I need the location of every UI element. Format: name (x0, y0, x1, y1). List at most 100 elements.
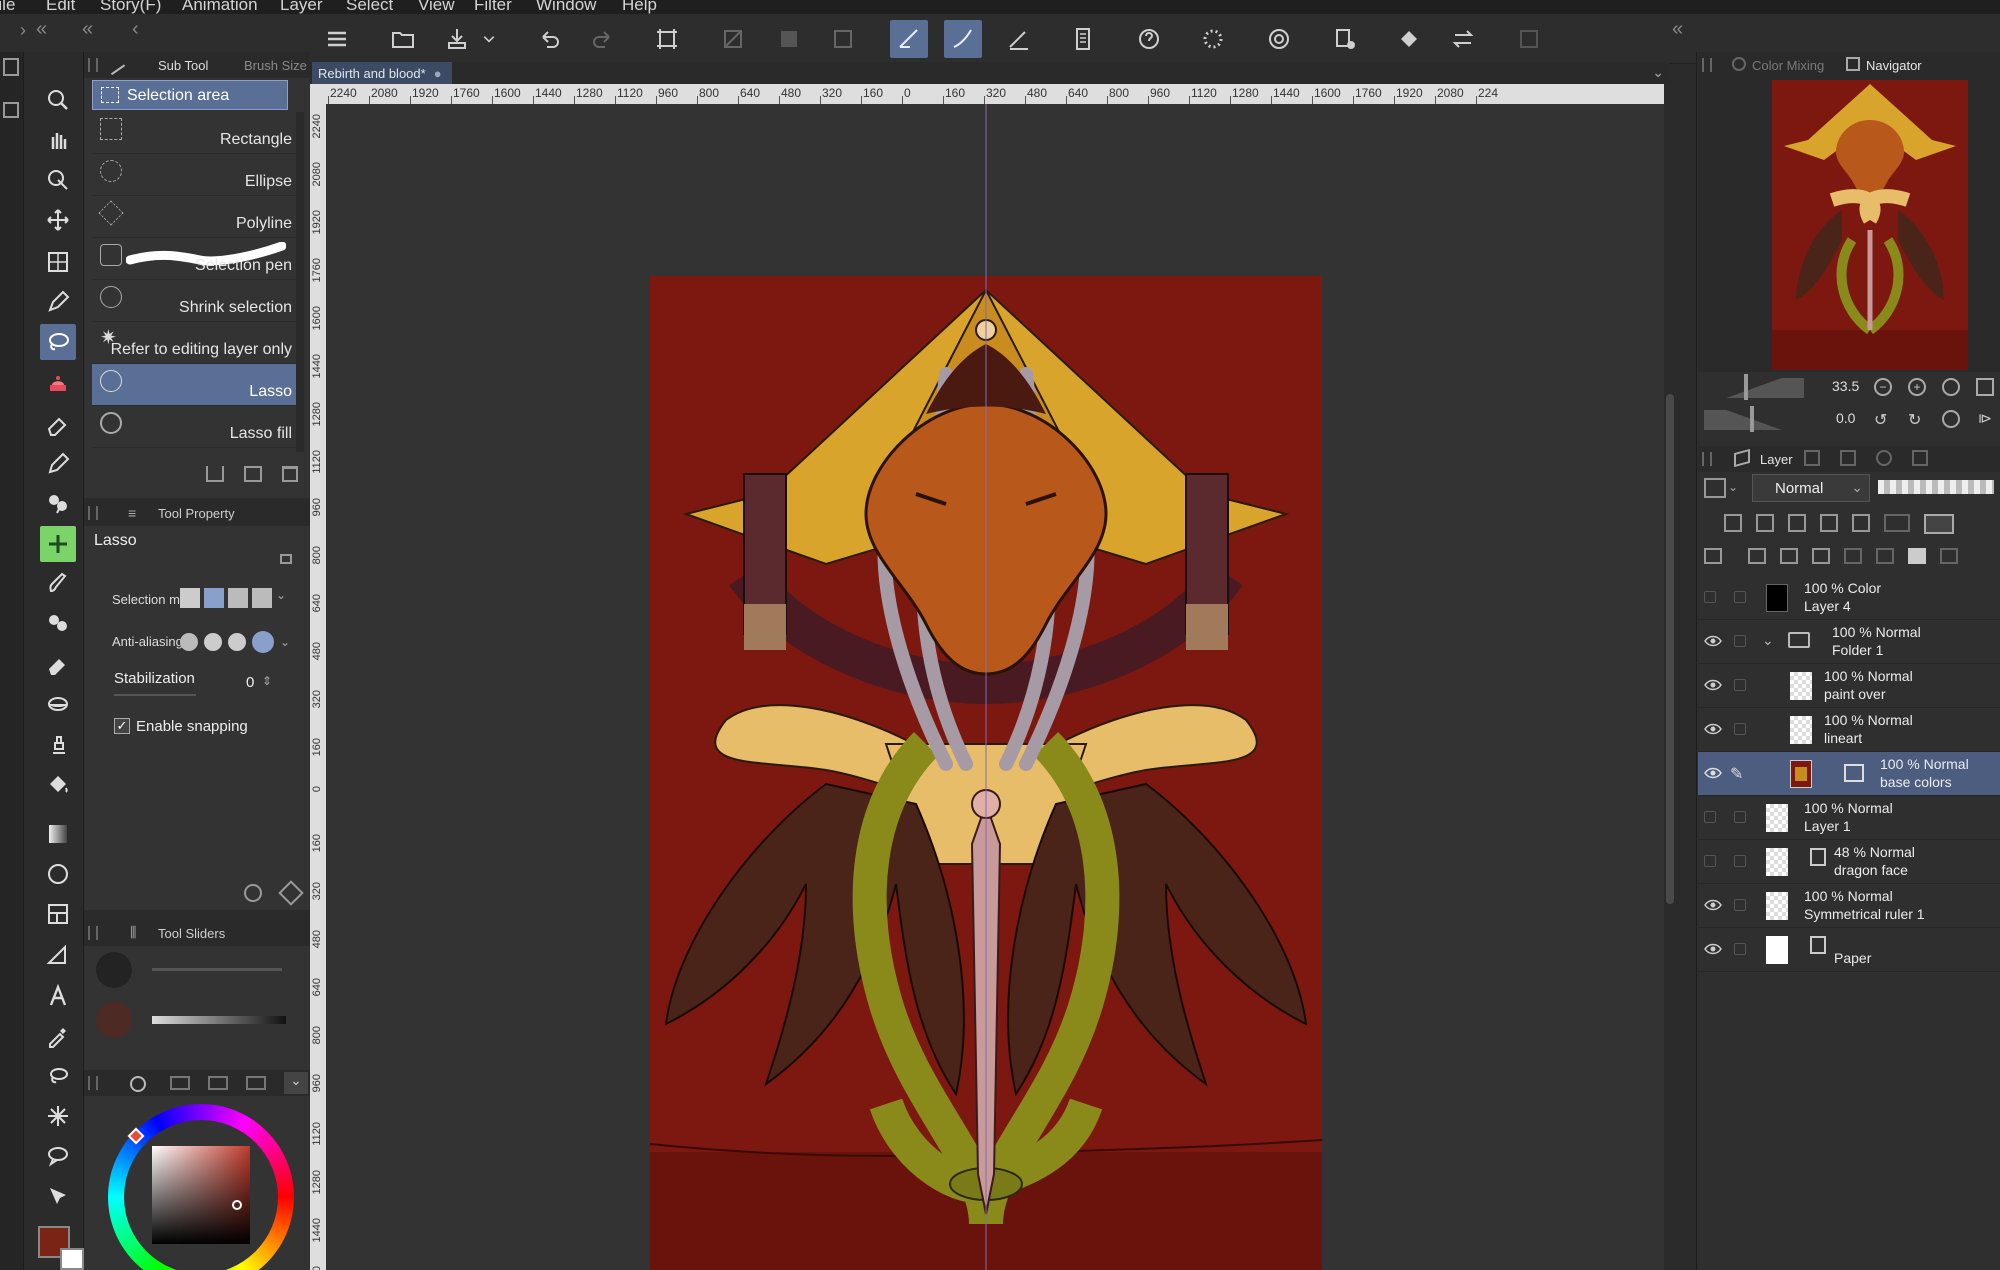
aa-weak-icon[interactable] (204, 633, 222, 651)
eye-icon[interactable] (1704, 722, 1722, 736)
tab-list-chevron-icon[interactable]: ⌄ (1652, 64, 1664, 81)
snap-special-ruler-icon[interactable] (944, 20, 982, 58)
ruler-tool-icon[interactable] (40, 936, 76, 972)
reset-rotation-icon[interactable] (1942, 410, 1960, 428)
aa-medium-icon[interactable] (228, 633, 246, 651)
subtool-group-selection[interactable]: Selection area (92, 80, 288, 110)
folder-expand-chevron-icon[interactable]: ⌄ (1762, 632, 1774, 649)
flip-horizontal-icon[interactable]: ⧐ (1978, 410, 1992, 427)
blend-tool-icon[interactable] (40, 686, 76, 722)
open-folder-icon[interactable] (384, 20, 422, 58)
panel-toggle-icon[interactable] (3, 58, 19, 76)
zoom-out-icon[interactable]: − (1874, 378, 1892, 396)
lock-transparent-icon[interactable] (1852, 514, 1870, 532)
frame-border-icon[interactable] (40, 244, 76, 280)
menu-view[interactable]: View (418, 0, 455, 14)
layer-property-icon[interactable] (3, 102, 19, 118)
expand-icon[interactable]: › (20, 20, 26, 41)
menu-filter[interactable]: Filter (474, 0, 512, 14)
snap-ruler-icon[interactable] (890, 20, 928, 58)
color-mixing-tab[interactable]: Color Mixing (1752, 58, 1824, 73)
opacity-slider[interactable] (152, 1016, 286, 1024)
reference-layer-icon[interactable] (1756, 514, 1774, 532)
new-folder-icon[interactable] (1812, 548, 1830, 564)
layer-row-folder1[interactable]: ⌄ 100 % Normal Folder 1 (1698, 620, 2000, 664)
menu-story[interactable]: Story(F) (100, 0, 161, 14)
brushsize-tab-label[interactable]: Brush Size (244, 58, 307, 73)
chevron-down-icon[interactable]: ⌄ (276, 588, 290, 608)
menu-file[interactable]: File (0, 0, 15, 14)
menu-animation[interactable]: Animation (182, 0, 258, 14)
fit-screen-icon[interactable] (1942, 378, 1960, 396)
opacity-slider[interactable] (1878, 480, 1994, 494)
lock-layer-icon[interactable] (1820, 514, 1838, 532)
layer-tab[interactable]: Layer (1760, 452, 1793, 467)
save-icon[interactable] (438, 20, 476, 58)
add-tool-icon[interactable] (40, 526, 76, 562)
layer-select-checkbox[interactable] (1704, 855, 1716, 867)
clear-selection-icon[interactable] (824, 20, 862, 58)
auto-select-icon[interactable] (40, 1098, 76, 1134)
fill-selection-icon[interactable] (770, 20, 808, 58)
menu-help[interactable]: Help (622, 0, 657, 14)
eye-icon[interactable] (1704, 942, 1722, 956)
new-selection-icon[interactable] (180, 588, 200, 608)
hand-tool-icon[interactable] (40, 122, 76, 158)
layer-lock-checkbox[interactable] (1734, 635, 1746, 647)
rotate-value[interactable]: 0.0 (1836, 410, 1855, 426)
layer-color-icon[interactable] (1704, 478, 1726, 498)
chevron-down-icon[interactable]: ⌄ (284, 1072, 308, 1094)
subtool-item-ellipse[interactable]: Ellipse (92, 154, 296, 196)
page-icon[interactable] (1064, 20, 1102, 58)
transform-icon[interactable] (648, 20, 686, 58)
subtool-item-lasso-fill[interactable]: Lasso fill (92, 406, 296, 448)
clear-outside-icon[interactable] (714, 20, 752, 58)
menu-layer[interactable]: Layer (280, 0, 323, 14)
subtool-item-selection-pen[interactable]: Selection pen (92, 238, 296, 280)
layer-panel-menu-icon[interactable] (1704, 548, 1722, 564)
eraser-tool-icon[interactable] (40, 406, 76, 442)
rotate-right-icon[interactable]: ↻ (1908, 410, 1921, 430)
back-icon[interactable]: ‹ (132, 18, 139, 41)
layer-search-tab-icon[interactable] (1840, 450, 1856, 466)
eye-icon[interactable] (1704, 766, 1722, 780)
layer-row-dragon-face[interactable]: 48 % Normal dragon face (1698, 840, 2000, 884)
lasso-tool-icon[interactable] (40, 324, 76, 360)
create-mask-icon[interactable] (1908, 548, 1926, 564)
menu-window[interactable]: Window (536, 0, 596, 14)
snap-grid-icon[interactable] (1000, 20, 1038, 58)
document-tab[interactable]: Rebirth and blood* ● (312, 62, 452, 84)
fill-tool-icon[interactable] (40, 766, 76, 802)
rotate-slider[interactable] (1704, 410, 1804, 430)
eyedropper-tool-icon[interactable] (40, 1018, 76, 1054)
spiral-icon[interactable] (1260, 20, 1298, 58)
help-icon[interactable] (1130, 20, 1168, 58)
correct-line-icon[interactable] (40, 1178, 76, 1214)
main-menu-icon[interactable] (318, 20, 356, 58)
subtool-item-shrink-selection[interactable]: Shrink selection (92, 280, 296, 322)
subtract-selection-icon[interactable] (228, 588, 248, 608)
undo-icon[interactable] (530, 20, 568, 58)
text-tool-icon[interactable] (40, 978, 76, 1014)
layer-color-toggle-icon[interactable] (1924, 514, 1954, 534)
loading-icon[interactable] (1194, 20, 1232, 58)
stabilization-value[interactable]: 0 (246, 674, 254, 691)
frame-tool-icon[interactable] (40, 896, 76, 932)
trash-icon[interactable] (282, 466, 298, 482)
layer-lock-checkbox[interactable] (1734, 679, 1746, 691)
cake-icon[interactable] (40, 366, 76, 402)
eraser2-tool-icon[interactable] (40, 646, 76, 682)
aa-none-icon[interactable] (180, 633, 198, 651)
airbrush-tool-icon[interactable] (40, 606, 76, 642)
zoom-in-icon[interactable]: + (1908, 378, 1926, 396)
subtool-item-polyline[interactable]: Polyline (92, 196, 296, 238)
zoom-tool-icon[interactable] (40, 82, 76, 118)
auto-action-tab-icon[interactable] (1912, 450, 1928, 466)
navigator-tab[interactable]: Navigator (1866, 58, 1922, 73)
layer-row-lineart[interactable]: 100 % Normal lineart (1698, 708, 2000, 752)
color-slider-tab-icon[interactable] (170, 1076, 190, 1090)
brush-size-slider[interactable] (152, 968, 282, 971)
canvas-area[interactable] (326, 104, 1664, 1270)
download-icon[interactable] (206, 466, 224, 482)
intersect-selection-icon[interactable] (252, 588, 272, 608)
